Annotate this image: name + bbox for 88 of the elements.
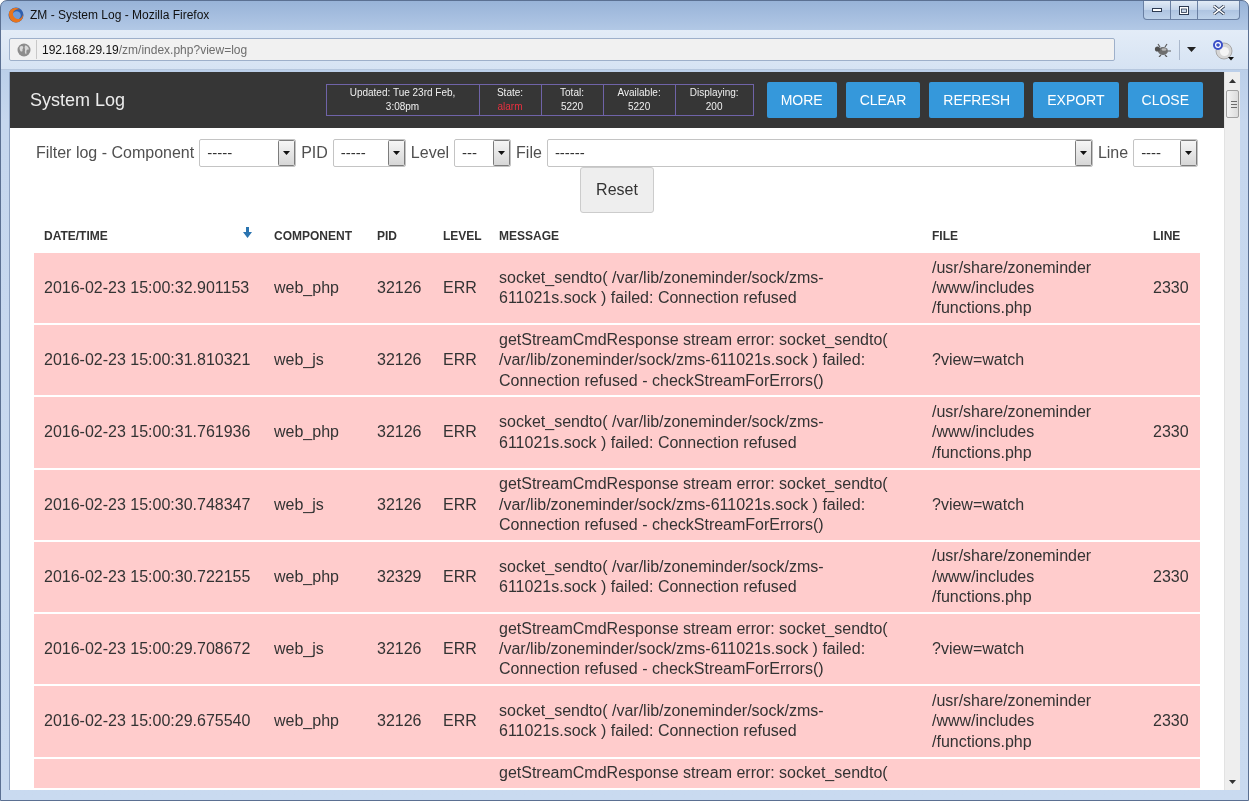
filter-select[interactable]: ---- <box>1133 138 1199 167</box>
table-cell: getStreamCmdResponse stream error: socket_sendto( <box>499 764 888 782</box>
table-cell: ?view=watch <box>932 351 1025 369</box>
table-cell: 2016-02-23 15:00:30.722155 <box>44 567 251 585</box>
filter-label: Filter log - Component <box>35 143 195 162</box>
table-cell: 2330 <box>1153 278 1189 296</box>
minimize-icon <box>1152 8 1162 12</box>
filter-label: Level <box>410 143 450 162</box>
maximize-button[interactable] <box>1170 1 1198 20</box>
table-cell: 32329 <box>377 567 422 585</box>
table-cell: ?view=watch <box>932 495 1025 513</box>
table-cell: 32126 <box>377 640 422 657</box>
filter-label: PID <box>301 143 328 162</box>
reset-button[interactable]: Reset <box>580 167 654 213</box>
table-cell: 2330 <box>1153 423 1189 441</box>
table-cell: web_js <box>274 351 324 369</box>
table-cell: ERR <box>443 351 477 369</box>
column-header[interactable]: PID <box>367 222 433 251</box>
table-cell: 32126 <box>377 351 422 369</box>
down-arrow-icon <box>1229 779 1236 784</box>
column-header[interactable]: FILE <box>922 222 1143 251</box>
table-cell: ERR <box>443 640 477 657</box>
minimize-button[interactable] <box>1143 1 1171 20</box>
table-cell: /usr/share/zoneminder/www/includes/functions.php <box>932 258 1092 317</box>
table-cell: 2016-02-23 15:00:31.810321 <box>44 351 251 369</box>
table-cell: 32126 <box>377 712 422 730</box>
page-title: System Log <box>30 89 126 111</box>
column-header[interactable]: LEVEL <box>433 222 489 251</box>
summary-stat: Total: 5220 <box>540 85 603 115</box>
summary-stat: Updated: Tue 23rd Feb, 3:08pm <box>348 86 457 114</box>
scrollbar-thumb[interactable] <box>1226 90 1239 118</box>
address-field[interactable]: 192.168.29.19/zm/index.php?view=log <box>9 38 1115 61</box>
table-cell: getStreamCmdResponse stream error: socket_sendto( /var/lib/zoneminder/sock/zms-611021s.sock ) failed: Connection refused - checkStreamForErrors() <box>499 475 888 533</box>
filter-select[interactable]: --- <box>454 138 512 167</box>
maximize-icon <box>1179 5 1189 15</box>
column-header[interactable]: COMPONENT <box>264 222 367 251</box>
table-cell: getStreamCmdResponse stream error: socket_sendto( /var/lib/zoneminder/sock/zms-611021s.sock ) failed: Connection refused - checkStreamForErrors() <box>499 330 888 389</box>
table-cell: 2330 <box>1153 567 1189 585</box>
summary-stat: State: alarm <box>478 85 541 115</box>
up-arrow-icon <box>1229 78 1236 83</box>
table-cell: web_php <box>274 278 339 296</box>
table-cell: ERR <box>443 712 477 730</box>
filter-select[interactable]: ----- <box>332 138 406 167</box>
table-cell: web_js <box>274 640 324 657</box>
table-cell: socket_sendto( /var/lib/zoneminder/sock/zms-611021s.sock ) failed: Connection refused <box>499 268 824 307</box>
table-cell: /usr/share/zoneminder/www/includes/functions.php <box>932 402 1092 461</box>
table-cell: ERR <box>443 567 477 585</box>
window-title: ZM - System Log - Mozilla Firefox <box>30 8 210 22</box>
close-icon <box>1212 5 1225 15</box>
table-cell: 2016-02-23 15:00:32.901153 <box>44 278 250 296</box>
column-header[interactable]: MESSAGE <box>489 222 922 251</box>
table-cell: web_php <box>274 712 339 730</box>
filter-select[interactable]: ------ <box>546 138 1093 167</box>
table-cell: 32126 <box>377 278 422 296</box>
summary-stat: Displaying: 200 <box>674 85 753 115</box>
table-cell: ?view=watch <box>932 640 1025 657</box>
app-logo-icon <box>8 7 24 23</box>
filter-label: Line <box>1097 143 1129 162</box>
filter-label: File <box>516 143 542 162</box>
scrollbar[interactable] <box>1224 72 1240 790</box>
bug-icon[interactable] <box>1153 42 1171 57</box>
table-cell: socket_sendto( /var/lib/zoneminder/sock/zms-611021s.sock ) failed: Connection refused <box>499 413 824 451</box>
table-cell: 2330 <box>1153 712 1189 730</box>
column-header[interactable]: LINE <box>1143 222 1200 251</box>
summary-stat: Available: 5220 <box>602 85 675 115</box>
table-cell: 2016-02-23 15:00:30.748347 <box>44 495 251 513</box>
close-button[interactable] <box>1197 1 1240 20</box>
table-cell: web_php <box>274 567 339 585</box>
table-cell: web_js <box>274 495 324 513</box>
table-cell: socket_sendto( /var/lib/zoneminder/sock/zms-611021s.sock ) failed: Connection refused <box>499 557 824 595</box>
table-cell: web_php <box>274 423 339 441</box>
table-cell: 2016-02-23 15:00:31.761936 <box>44 423 251 441</box>
table-cell: 32126 <box>377 495 422 513</box>
table-cell: ERR <box>443 495 477 513</box>
table-cell: getStreamCmdResponse stream error: socket_sendto( /var/lib/zoneminder/sock/zms-611021s.sock ) failed: Connection refused - checkStreamForErrors() <box>499 619 888 678</box>
table-cell: /usr/share/zoneminder/www/includes/functions.php <box>932 547 1092 606</box>
globe-icon <box>17 42 31 57</box>
table-cell: /usr/share/zoneminder/www/includes/functions.php <box>932 691 1092 750</box>
table-cell: ERR <box>443 278 477 296</box>
ring-menu-icon[interactable] <box>1212 38 1234 61</box>
filter-select[interactable]: ----- <box>199 138 297 167</box>
table-cell: ERR <box>443 423 477 441</box>
table-cell: socket_sendto( /var/lib/zoneminder/sock/zms-611021s.sock ) failed: Connection refused <box>499 702 824 740</box>
column-header[interactable]: DATE/TIME <box>34 222 264 251</box>
table-cell: 2016-02-23 15:00:29.708672 <box>44 640 251 657</box>
caret-icon[interactable] <box>1187 47 1196 52</box>
table-cell: 2016-02-23 15:00:29.675540 <box>44 712 251 730</box>
table-cell: 32126 <box>377 423 422 441</box>
